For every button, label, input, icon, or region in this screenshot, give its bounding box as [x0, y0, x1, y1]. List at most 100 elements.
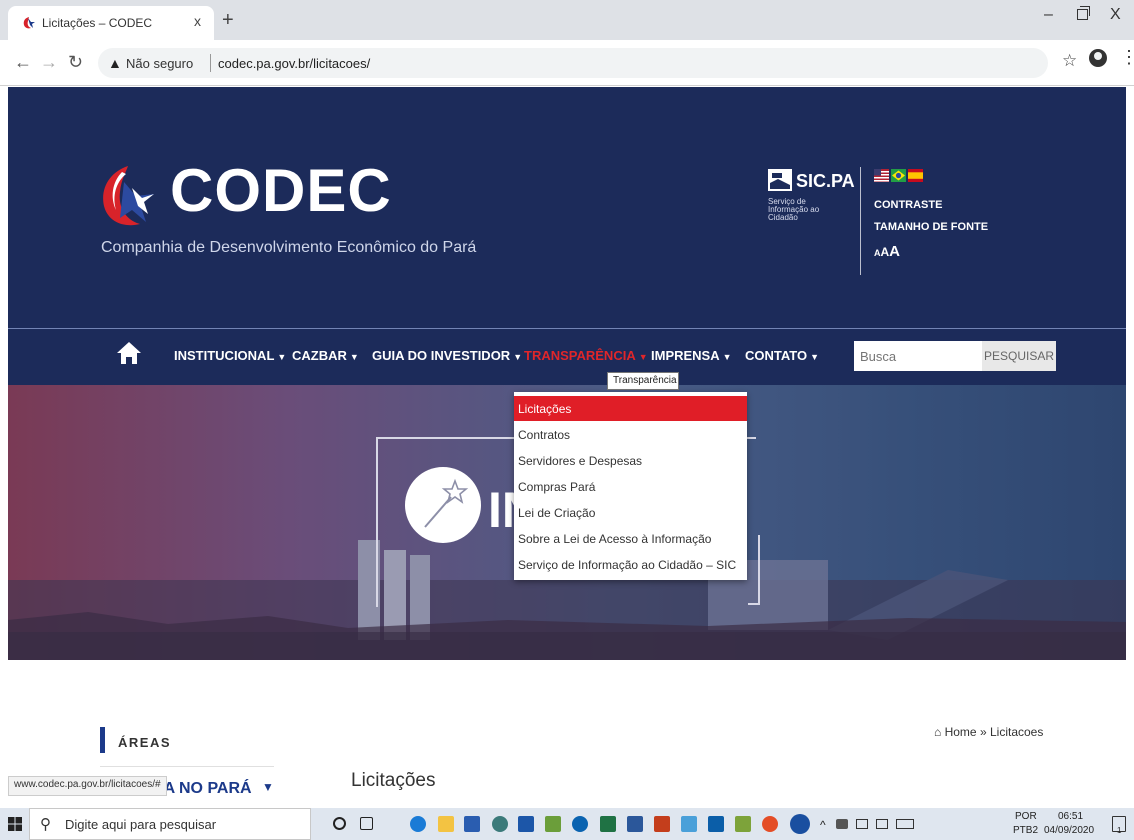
keyboard-layout[interactable]: PTB2: [1013, 825, 1038, 836]
home-app-icon[interactable]: [518, 816, 534, 832]
minimize-button[interactable]: –: [1044, 6, 1053, 24]
paint-icon[interactable]: [735, 816, 751, 832]
transparencia-dropdown-menu: Licitações Contratos Servidores e Despes…: [514, 392, 747, 580]
excel-icon[interactable]: [600, 816, 616, 832]
photos-icon[interactable]: [545, 816, 561, 832]
menu-item-lei-acesso-informacao[interactable]: Sobre a Lei de Acesso à Informação: [514, 526, 747, 551]
caret-down-icon: ▼: [349, 352, 359, 362]
insecure-label[interactable]: Não seguro: [126, 56, 193, 71]
home-icon[interactable]: [116, 341, 142, 365]
menu-item-compras-para[interactable]: Compras Pará: [514, 474, 747, 499]
tray-chevron-icon[interactable]: ^: [820, 818, 826, 832]
notification-count: 1: [1117, 826, 1122, 835]
sidebar-item-area[interactable]: TA NO PARÁ: [155, 780, 252, 798]
sic-logo-icon[interactable]: [768, 169, 792, 191]
nav-cazbar[interactable]: CAZBAR ▼: [292, 348, 359, 363]
home-icon[interactable]: ⌂: [934, 725, 941, 739]
url-text[interactable]: codec.pa.gov.br/licitacoes/: [218, 56, 370, 71]
new-tab-button[interactable]: +: [222, 10, 234, 30]
powerpoint-icon[interactable]: [654, 816, 670, 832]
font-size-label: TAMANHO DE FONTE: [874, 221, 989, 233]
menu-item-contratos[interactable]: Contratos: [514, 422, 747, 447]
font-size-controls: AAA: [874, 243, 900, 261]
magic-wand-icon: [424, 478, 469, 528]
menu-kebab-icon[interactable]: ⋮: [1120, 48, 1134, 66]
browser-tabbar: Licitações – CODEC x + – X: [0, 0, 1134, 40]
task-view-icon[interactable]: [360, 817, 373, 830]
screen: Licitações – CODEC x + – X ← → ↻ ▲ Não s…: [0, 0, 1134, 840]
edge-browser-icon[interactable]: [410, 816, 426, 832]
chevron-down-icon[interactable]: ▼: [262, 780, 274, 794]
caret-down-icon: ▼: [277, 352, 287, 362]
font-size-large-button[interactable]: A: [889, 243, 900, 260]
tab-close-icon[interactable]: x: [194, 13, 201, 29]
windows-start-icon[interactable]: [8, 817, 22, 831]
page-title: Licitações: [351, 770, 436, 791]
sic-title[interactable]: SIC.PA: [796, 171, 855, 192]
taskbar-search-placeholder: Digite aqui para pesquisar: [65, 817, 217, 832]
clock-date[interactable]: 04/09/2020: [1044, 825, 1094, 836]
font-size-medium-button[interactable]: A: [881, 245, 890, 259]
reload-icon[interactable]: ↻: [68, 52, 83, 73]
windows-taskbar: ⚲ Digite aqui para pesquisar ^ POR PTB2 …: [0, 808, 1134, 840]
nav-guia-do-investidor[interactable]: GUIA DO INVESTIDOR ▼: [372, 348, 522, 363]
profile-avatar-icon[interactable]: [1089, 49, 1107, 67]
menu-item-sic[interactable]: Serviço de Informação ao Cidadão – SIC: [514, 552, 747, 577]
nav-transparencia[interactable]: TRANSPARÊNCIA ▼: [524, 348, 648, 363]
close-window-button[interactable]: X: [1110, 6, 1121, 24]
breadcrumb-home[interactable]: Home: [945, 725, 977, 739]
nav-contato[interactable]: CONTATO ▼: [745, 348, 819, 363]
browser-tab[interactable]: Licitações – CODEC x: [8, 6, 214, 40]
caret-down-icon: ▼: [513, 352, 523, 362]
mail-icon[interactable]: [708, 816, 724, 832]
volume-icon[interactable]: [876, 819, 888, 829]
clock-time[interactable]: 06:51: [1058, 811, 1083, 822]
breadcrumb-separator: »: [979, 725, 987, 739]
word-icon[interactable]: [627, 816, 643, 832]
file-explorer-icon[interactable]: [438, 816, 454, 832]
cortana-icon[interactable]: [333, 817, 346, 830]
network-icon[interactable]: [836, 819, 848, 829]
taskbar-search[interactable]: ⚲ Digite aqui para pesquisar: [29, 808, 311, 840]
omnibox-separator: [210, 54, 211, 72]
banner-circle: [405, 467, 481, 543]
chrome-icon[interactable]: [762, 816, 778, 832]
store-icon[interactable]: [464, 816, 480, 832]
forward-arrow-icon[interactable]: →: [40, 52, 58, 73]
logo-subtitle: Companhia de Desenvolvimento Econômico d…: [101, 239, 477, 256]
app-icon-1[interactable]: [492, 816, 508, 832]
address-bar[interactable]: ▲ Não seguro codec.pa.gov.br/licitacoes/: [98, 48, 1048, 78]
keyboard-icon[interactable]: [896, 819, 914, 829]
maximize-button[interactable]: [1077, 6, 1090, 20]
flag-spain-icon[interactable]: [908, 169, 923, 182]
warning-icon[interactable]: ▲: [108, 55, 122, 71]
search-button[interactable]: PESQUISAR: [982, 341, 1056, 371]
codec-favicon-icon: [23, 17, 35, 29]
header-divider: [860, 167, 861, 275]
browser-status-url: www.codec.pa.gov.br/licitacoes/#: [8, 776, 167, 796]
nav-institucional[interactable]: INSTITUCIONAL ▼: [174, 348, 286, 363]
help-icon[interactable]: [790, 814, 810, 834]
access-icon[interactable]: [681, 816, 697, 832]
bookmark-star-icon[interactable]: ☆: [1062, 51, 1077, 71]
banner-frame-bottom: [748, 535, 760, 605]
contrast-link[interactable]: CONTRASTE: [874, 199, 942, 211]
menu-item-servidores-e-despesas[interactable]: Servidores e Despesas: [514, 448, 747, 473]
hp-icon[interactable]: [572, 816, 588, 832]
sidebar-divider: [100, 766, 274, 767]
flag-brazil-icon[interactable]: [891, 169, 906, 182]
wifi-icon[interactable]: [856, 819, 868, 829]
tab-title: Licitações – CODEC: [42, 16, 153, 30]
nav-imprensa[interactable]: IMPRENSA ▼: [651, 348, 732, 363]
caret-down-icon: ▼: [810, 352, 820, 362]
breadcrumb-current: Licitacoes: [989, 725, 1044, 739]
codec-logo-icon[interactable]: [98, 162, 162, 230]
back-arrow-icon[interactable]: ←: [14, 52, 32, 73]
menu-item-lei-de-criacao[interactable]: Lei de Criação: [514, 500, 747, 525]
menu-item-licitacoes[interactable]: Licitações: [514, 396, 747, 421]
flag-usa-icon[interactable]: [874, 169, 889, 182]
input-language[interactable]: POR: [1015, 811, 1037, 822]
search-input[interactable]: [854, 341, 982, 371]
main-nav: INSTITUCIONAL ▼ CAZBAR ▼ GUIA DO INVESTIDO…: [8, 328, 1126, 385]
logo-wordmark[interactable]: CODEC: [170, 159, 392, 223]
